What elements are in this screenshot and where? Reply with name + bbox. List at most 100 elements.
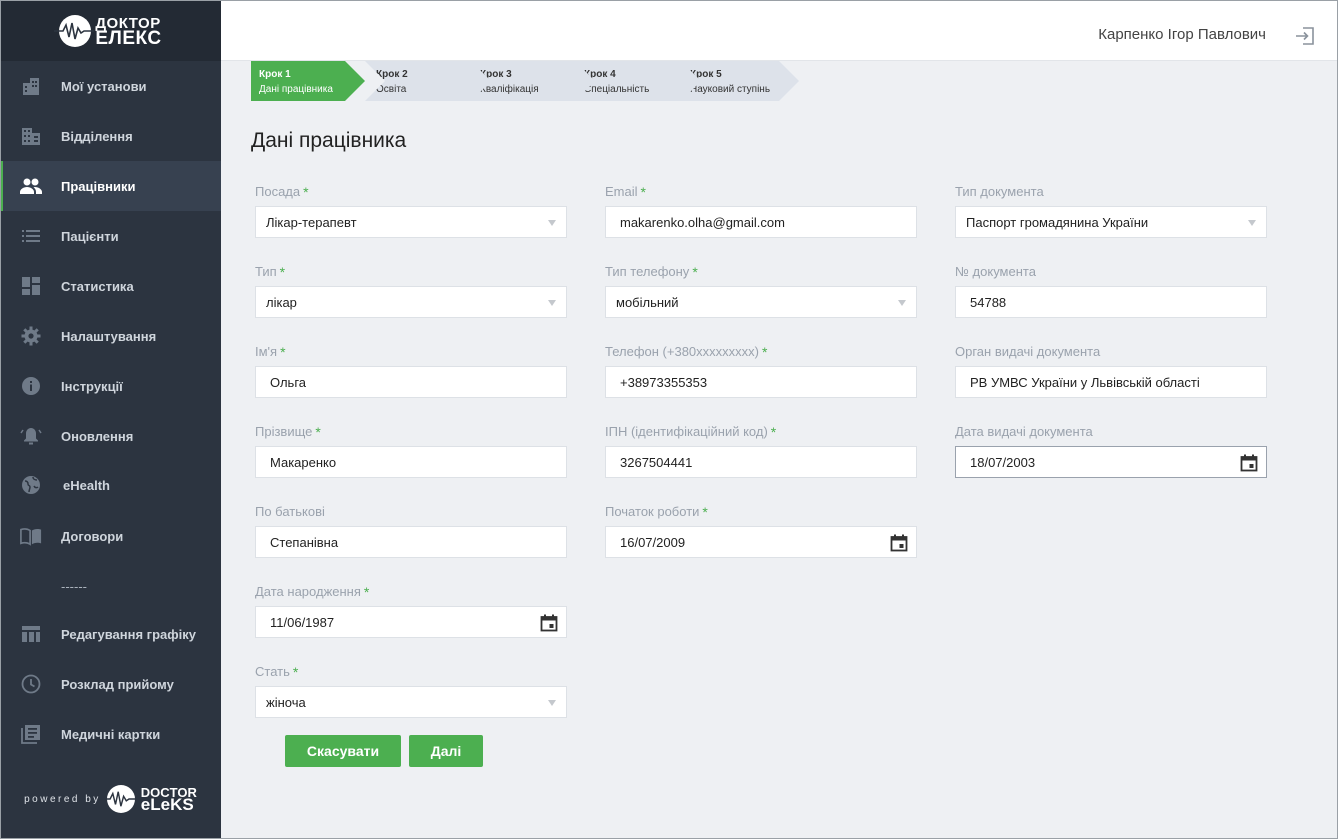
tax-id-input[interactable]: 3267504441 <box>605 446 917 478</box>
heartbeat-logo-icon <box>54 14 95 47</box>
last-name-input[interactable]: Макаренко <box>255 446 567 478</box>
start-date-input[interactable]: 16/07/2009 <box>605 526 917 558</box>
sidebar-item-label: Редагування графіку <box>61 626 196 642</box>
sidebar-item-label: Інструкції <box>61 378 123 394</box>
doc-number-label: № документа <box>955 264 1036 279</box>
sidebar-item-label: Медичні картки <box>61 726 161 742</box>
sidebar-item-statistics[interactable]: Статистика <box>0 261 221 311</box>
doc-number-field: № документа 54788 <box>955 262 1267 318</box>
sidebar-item-label: Відділення <box>61 128 133 144</box>
step-label: Науковий ступінь <box>690 84 771 95</box>
sidebar-item-schedule-edit[interactable]: Редагування графіку <box>0 609 221 659</box>
doc-number-value: 54788 <box>970 294 1007 310</box>
sidebar-item-instructions[interactable]: Інструкції <box>0 361 221 411</box>
sidebar: ДОКТОР ЕЛЕКС Мої установи Відділення Пра… <box>0 0 221 839</box>
sidebar-item-settings[interactable]: Налаштування <box>0 311 221 361</box>
required-mark: * <box>315 424 321 440</box>
sidebar-item-my-institutions[interactable]: Мої установи <box>0 61 221 111</box>
doc-type-select[interactable]: Паспорт громадянина України <box>955 206 1267 238</box>
sidebar-item-appointments[interactable]: Розклад прийому <box>0 659 221 709</box>
email-input[interactable]: makarenko.olha@gmail.com <box>605 206 917 238</box>
page-title: Дані працівника <box>251 129 407 152</box>
email-value: makarenko.olha@gmail.com <box>620 214 785 230</box>
office-icon <box>20 125 42 147</box>
calendar-icon[interactable] <box>540 614 558 632</box>
position-value: Лікар-терапевт <box>266 214 357 230</box>
next-button[interactable]: Далі <box>409 735 483 767</box>
sidebar-item-medical-cards[interactable]: Медичні картки <box>0 709 221 759</box>
phone-value: +38973355353 <box>620 374 708 390</box>
sidebar-item-employees[interactable]: Працівники <box>0 161 221 211</box>
dashboard-icon <box>20 275 42 297</box>
birth-date-input[interactable]: 11/06/1987 <box>255 606 567 638</box>
dropdown-caret-icon <box>548 220 556 226</box>
required-mark: * <box>363 584 370 600</box>
cards-icon <box>20 723 42 745</box>
doc-issuer-input[interactable]: РВ УМВС України у Львівській області <box>955 366 1267 398</box>
sidebar-item-updates[interactable]: Оновлення <box>0 411 221 461</box>
type-select[interactable]: лікар <box>255 286 567 318</box>
step-number: Крок 2 <box>376 69 408 80</box>
required-mark: * <box>692 264 698 280</box>
step-1[interactable]: Крок 1 Дані працівника <box>251 61 365 101</box>
doc-date-field: Дата видачі документа 18/07/2003 <box>955 422 1267 478</box>
required-mark: * <box>292 664 299 680</box>
sidebar-item-departments[interactable]: Відділення <box>0 111 221 161</box>
sidebar-item-label: Розклад прийому <box>61 676 174 692</box>
powered-logo-line-2: eLeKS <box>140 795 194 814</box>
position-field: Посада * Лікар-терапевт <box>255 182 567 238</box>
gender-value: жіноча <box>266 694 306 710</box>
required-mark: * <box>303 184 309 200</box>
step-2[interactable]: Крок 2 Освіта <box>365 61 491 101</box>
patronymic-label: По батькові <box>255 504 325 519</box>
dropdown-caret-icon <box>548 300 556 306</box>
phone-input[interactable]: +38973355353 <box>605 366 917 398</box>
doc-date-value: 18/07/2003 <box>970 454 1036 470</box>
sidebar-item-label: Договори <box>61 528 124 544</box>
gender-select[interactable]: жіноча <box>255 686 567 718</box>
logout-icon[interactable] <box>1294 25 1316 47</box>
phone-type-label: Тип телефону <box>605 264 690 279</box>
step-label: Освіта <box>376 84 407 95</box>
sidebar-item-contracts[interactable]: Договори <box>0 509 221 563</box>
birth-date-value: 11/06/1987 <box>270 614 335 630</box>
phone-type-select[interactable]: мобільний <box>605 286 917 318</box>
tax-id-field: ІПН (ідентифікаційний код) * 3267504441 <box>605 422 917 478</box>
gender-label: Стать <box>255 664 290 679</box>
phone-label: Телефон (+380xxxxxxxxx) <box>605 344 759 359</box>
first-name-input[interactable]: Ольга <box>255 366 567 398</box>
type-value: лікар <box>266 294 297 310</box>
calendar-icon[interactable] <box>1240 454 1258 472</box>
doctor-eleks-logo[interactable]: ДОКТОР ЕЛЕКС <box>54 14 161 48</box>
list-icon <box>20 225 42 247</box>
calendar-icon[interactable] <box>890 534 908 552</box>
doc-issuer-value: РВ УМВС України у Львівській області <box>970 374 1200 390</box>
required-mark: * <box>279 264 286 280</box>
sidebar-separator-label: ------ <box>61 578 87 594</box>
step-number: Крок 5 <box>690 69 722 80</box>
start-date-label: Початок роботи <box>605 504 700 519</box>
last-name-label: Прізвище <box>255 424 313 439</box>
start-date-field: Початок роботи * 16/07/2009 <box>605 502 917 558</box>
phone-field: Телефон (+380xxxxxxxxx) * +38973355353 <box>605 342 917 398</box>
sidebar-separator: ------ <box>0 563 221 609</box>
doc-date-input[interactable]: 18/07/2003 <box>955 446 1267 478</box>
cancel-button[interactable]: Скасувати <box>285 735 401 767</box>
sidebar-item-ehealth[interactable]: eHealth <box>0 461 221 509</box>
patronymic-input[interactable]: Степанівна <box>255 526 567 558</box>
heartbeat-logo-icon <box>101 785 138 813</box>
last-name-value: Макаренко <box>270 454 337 470</box>
logo-text: ДОКТОР ЕЛЕКС <box>95 16 161 48</box>
first-name-field: Ім'я * Ольга <box>255 342 567 398</box>
required-mark: * <box>770 424 777 440</box>
position-select[interactable]: Лікар-терапевт <box>255 206 567 238</box>
sidebar-item-label: Оновлення <box>61 428 134 444</box>
patronymic-value: Степанівна <box>270 534 339 550</box>
sidebar-item-label: Статистика <box>61 278 134 294</box>
doc-number-input[interactable]: 54788 <box>955 286 1267 318</box>
sidebar-item-patients[interactable]: Пацієнти <box>0 211 221 261</box>
doc-type-label: Тип документа <box>955 184 1044 199</box>
gender-field: Стать * жіноча <box>255 662 567 718</box>
user-name[interactable]: Карпенко Ігор Павлович <box>1098 26 1266 43</box>
top-header: Карпенко Ігор Павлович <box>221 0 1338 61</box>
